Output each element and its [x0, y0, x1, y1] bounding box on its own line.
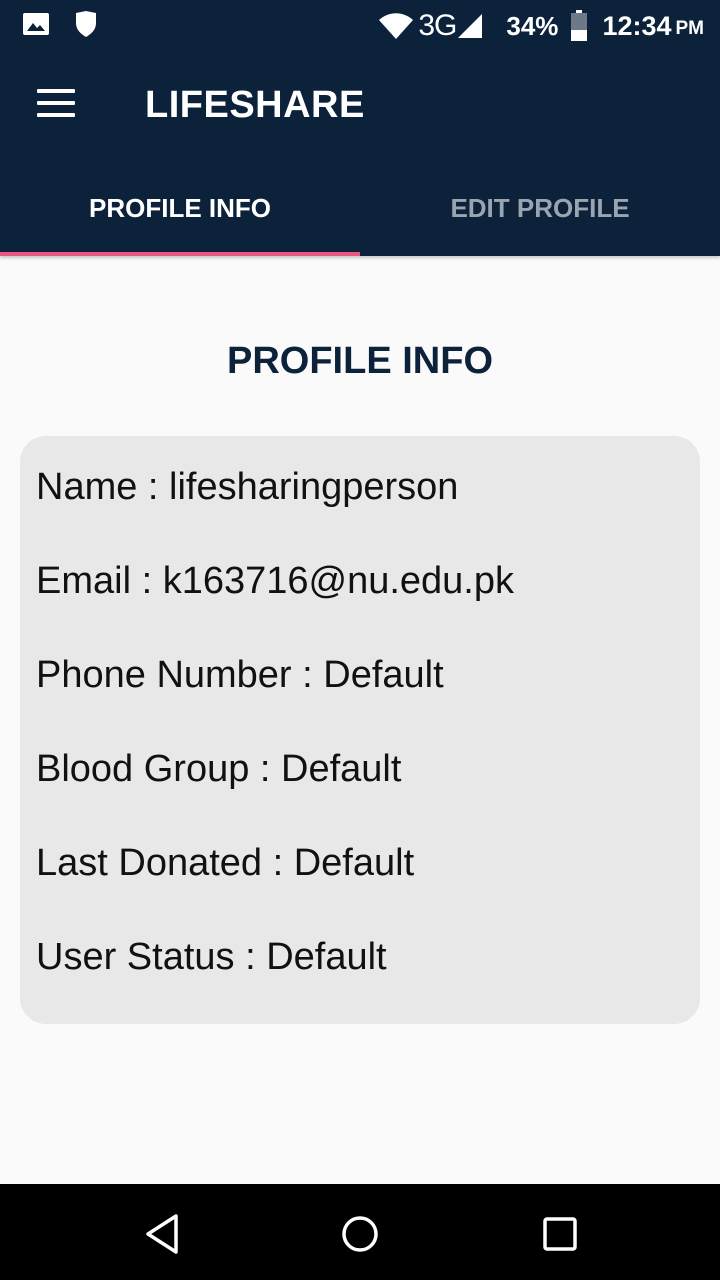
back-icon[interactable] [140, 1212, 184, 1256]
last-donated-field: Last Donated : Default [36, 842, 415, 884]
status-indicators: 3G 34% 12:34 PM [378, 6, 704, 46]
name-field: Name : lifesharingperson [36, 466, 459, 508]
home-icon[interactable] [338, 1212, 382, 1256]
tab-profile-info[interactable]: PROFILE INFO [0, 160, 360, 256]
app-bar: LIFESHARE [0, 52, 720, 160]
blood-group-field: Blood Group : Default [36, 748, 402, 790]
image-icon [23, 13, 49, 35]
clock: 12:34 [602, 10, 672, 41]
profile-card: Name : lifesharingperson Email : k163716… [20, 436, 700, 1024]
battery-percentage: 34% [506, 10, 559, 41]
notification-icons [22, 10, 98, 38]
tab-edit-profile[interactable]: EDIT PROFILE [360, 160, 720, 256]
status-bar: 3G 34% 12:34 PM [0, 0, 720, 52]
page-title: PROFILE INFO [227, 340, 493, 382]
recents-icon[interactable] [538, 1212, 582, 1256]
shield-icon [76, 11, 96, 37]
phone-field: Phone Number : Default [36, 654, 444, 696]
user-status-field: User Status : Default [36, 936, 387, 978]
email-field: Email : k163716@nu.edu.pk [36, 560, 514, 602]
menu-icon[interactable] [30, 84, 82, 128]
app-title: LIFESHARE [145, 84, 365, 126]
tab-bar: PROFILE INFO EDIT PROFILE [0, 160, 720, 256]
signal-icon [458, 14, 483, 38]
clock-ampm: PM [675, 18, 705, 39]
network-type: 3G [418, 9, 457, 42]
battery-icon [571, 10, 588, 41]
navigation-bar [0, 1184, 720, 1280]
wifi-icon [379, 13, 414, 39]
